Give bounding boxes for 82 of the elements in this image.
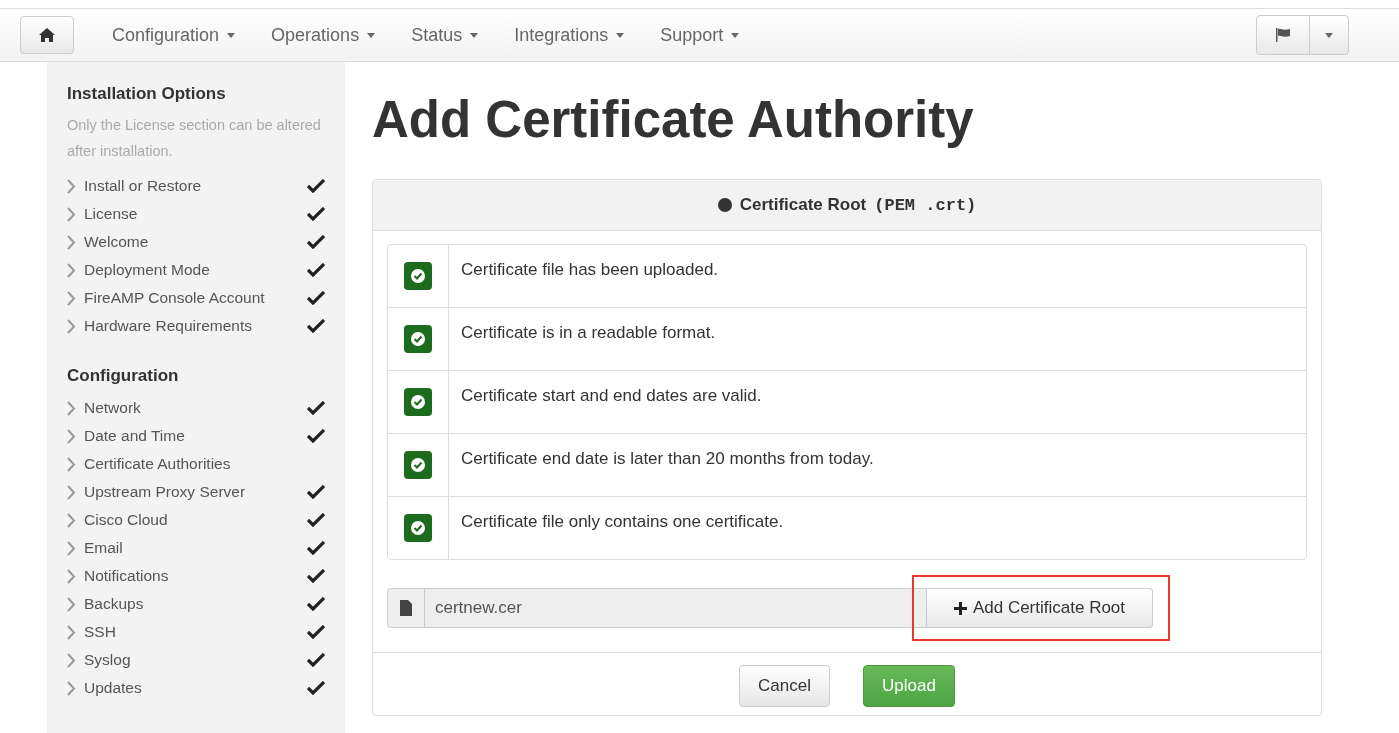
- sidebar-link[interactable]: Cisco Cloud: [84, 511, 307, 529]
- bullet-icon: [717, 198, 732, 212]
- file-field[interactable]: certnew.cer: [387, 588, 927, 628]
- check-icon: [307, 429, 325, 443]
- chevron-icon: [67, 400, 76, 416]
- sidebar-link[interactable]: Network: [84, 399, 307, 417]
- chevron-icon: [67, 262, 76, 278]
- check-text: Certificate file only contains one certificate.: [460, 511, 785, 533]
- check-icon: [307, 681, 325, 695]
- panel-title: Certificate Root: [739, 195, 867, 215]
- nav-menu[interactable]: Operations: [253, 24, 394, 46]
- check-icon: [307, 291, 325, 305]
- chevron-icon: [67, 652, 76, 668]
- chevron-icon: [67, 512, 76, 528]
- caret-icon: [1325, 32, 1333, 38]
- flag-dropdown-button[interactable]: [1256, 15, 1349, 55]
- sidebar-link[interactable]: Email: [84, 539, 307, 557]
- sidebar-link[interactable]: SSH: [84, 623, 307, 641]
- nav-menu[interactable]: Support: [642, 24, 758, 46]
- sidebar-link[interactable]: Install or Restore: [84, 177, 307, 195]
- check-icon: [307, 541, 325, 555]
- check-icon: [307, 401, 325, 415]
- sidebar-link[interactable]: Welcome: [84, 233, 307, 251]
- sidebar-link[interactable]: Deployment Mode: [84, 261, 307, 279]
- chevron-icon: [67, 234, 76, 250]
- sidebar-heading: Installation Options: [67, 84, 227, 104]
- check-icon: [307, 625, 325, 639]
- sidebar-link[interactable]: Backups: [84, 595, 307, 613]
- check-text: Certificate file has been uploaded.: [460, 259, 720, 281]
- caret-icon: [616, 32, 625, 38]
- check-text: Certificate is in a readable format.: [460, 322, 717, 344]
- sidebar-link[interactable]: Certificate Authorities: [84, 455, 325, 473]
- chevron-icon: [67, 568, 76, 584]
- sidebar-link[interactable]: Notifications: [84, 567, 307, 585]
- chevron-icon: [67, 318, 76, 334]
- check-icon: [307, 179, 325, 193]
- check-icon: [307, 485, 325, 499]
- caret-icon: [367, 32, 376, 38]
- chevron-icon: [67, 206, 76, 222]
- check-icon: [307, 653, 325, 667]
- caret-icon: [227, 32, 236, 38]
- sidebar-link[interactable]: FireAMP Console Account: [84, 289, 307, 307]
- chevron-icon: [67, 456, 76, 472]
- check-icon: [307, 597, 325, 611]
- chevron-icon: [67, 596, 76, 612]
- page-title: Add Certificate Authority: [372, 90, 975, 149]
- check-icon: [307, 569, 325, 583]
- check-text: Certificate end date is later than 20 months from today.: [460, 448, 875, 470]
- sidebar-link[interactable]: Updates: [84, 679, 307, 697]
- chevron-icon: [67, 624, 76, 640]
- nav-menu[interactable]: Integrations: [496, 24, 643, 46]
- chevron-icon: [67, 484, 76, 500]
- check-icon: [307, 263, 325, 277]
- sidebar-link[interactable]: Upstream Proxy Server: [84, 483, 307, 501]
- sidebar-link[interactable]: Date and Time: [84, 427, 307, 445]
- chevron-icon: [67, 680, 76, 696]
- sidebar-note: Only the License section can be altered after installation.: [67, 116, 322, 161]
- home-button[interactable]: [20, 16, 74, 54]
- check-text: Certificate start and end dates are valid.: [460, 385, 763, 407]
- nav-menu[interactable]: Configuration: [94, 24, 254, 46]
- chevron-icon: [67, 290, 76, 306]
- caret-icon: [470, 32, 479, 38]
- chevron-icon: [67, 178, 76, 194]
- file-icon: [400, 600, 412, 616]
- sidebar-link[interactable]: Hardware Requirements: [84, 317, 307, 335]
- check-icon: [307, 207, 325, 221]
- sidebar-link[interactable]: License: [84, 205, 307, 223]
- add-certificate-button[interactable]: Add Certificate Root: [927, 588, 1153, 628]
- caret-icon: [731, 32, 740, 38]
- check-icon: [307, 235, 325, 249]
- plus-icon: [953, 601, 967, 615]
- format-label: (PEM .crt): [874, 195, 977, 215]
- sidebar-link[interactable]: Syslog: [84, 651, 307, 669]
- home-icon: [39, 28, 55, 42]
- chevron-icon: [67, 428, 76, 444]
- chevron-icon: [67, 540, 76, 556]
- flag-icon: [1275, 28, 1291, 42]
- cancel-button[interactable]: Cancel: [739, 665, 830, 707]
- check-icon: [307, 319, 325, 333]
- nav-menu[interactable]: Status: [393, 24, 497, 46]
- check-icon: [307, 513, 325, 527]
- sidebar-heading: Configuration: [67, 366, 180, 386]
